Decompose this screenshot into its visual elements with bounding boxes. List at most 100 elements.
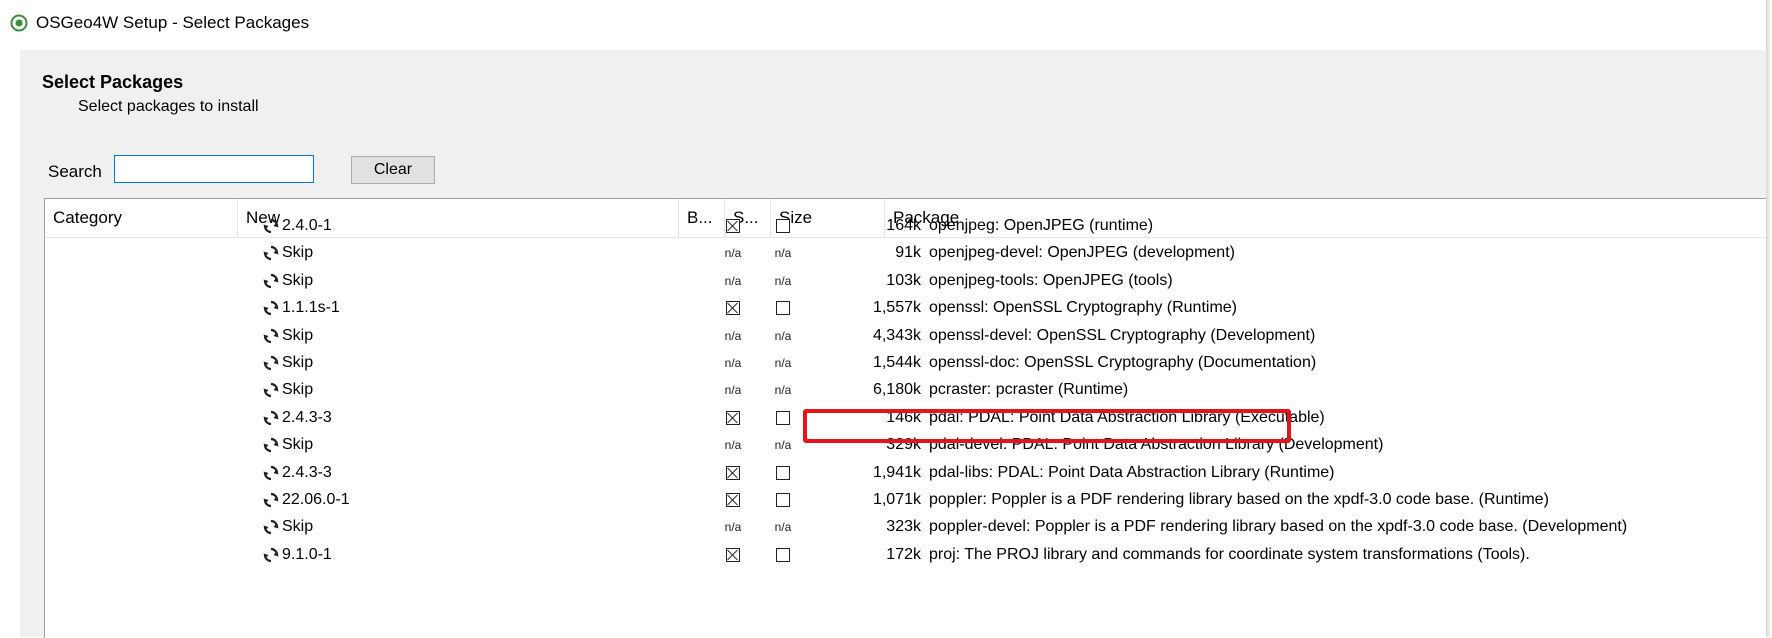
package-cell: openssl-doc: OpenSSL Cryptography (Docum… bbox=[929, 354, 1317, 371]
checked-checkbox[interactable] bbox=[726, 219, 740, 233]
source-cell[interactable] bbox=[773, 540, 793, 570]
source-cell[interactable] bbox=[773, 211, 793, 241]
table-row[interactable]: Skip n/a n/a 91k openjpeg-devel: OpenJPE… bbox=[45, 238, 1772, 268]
checked-checkbox[interactable] bbox=[726, 301, 740, 316]
cycle-icon[interactable] bbox=[263, 437, 279, 453]
new-version-cell[interactable]: Skip bbox=[263, 238, 683, 268]
binary-cell[interactable] bbox=[723, 458, 743, 488]
binary-cell[interactable] bbox=[723, 485, 743, 515]
cycle-icon[interactable] bbox=[263, 547, 279, 563]
cycle-icon[interactable] bbox=[263, 328, 279, 344]
not-applicable-label: n/a bbox=[774, 328, 792, 343]
binary-cell[interactable] bbox=[723, 540, 743, 570]
unchecked-checkbox[interactable] bbox=[776, 465, 790, 480]
new-version-cell[interactable]: Skip bbox=[263, 348, 683, 378]
table-row[interactable]: Skip n/a n/a 323k poppler-devel: Poppler… bbox=[45, 512, 1772, 542]
table-row[interactable]: Skip n/a n/a 103k openjpeg-tools: OpenJP… bbox=[45, 266, 1772, 296]
cycle-icon[interactable] bbox=[263, 273, 279, 289]
checked-checkbox[interactable] bbox=[726, 547, 740, 562]
source-cell[interactable]: n/a bbox=[773, 348, 793, 378]
cycle-icon[interactable] bbox=[263, 382, 279, 398]
checked-checkbox[interactable] bbox=[726, 465, 740, 480]
source-cell[interactable]: n/a bbox=[773, 375, 793, 405]
table-row[interactable]: 2.4.3-3 146k pdal: PDAL: Point Data Abst… bbox=[45, 403, 1772, 433]
source-cell[interactable] bbox=[773, 403, 793, 433]
cycle-icon[interactable] bbox=[263, 465, 279, 481]
package-list: Category New B... S... Size Package 2.4.… bbox=[44, 198, 1772, 638]
source-cell[interactable]: n/a bbox=[773, 238, 793, 268]
cycle-icon[interactable] bbox=[263, 218, 279, 234]
table-row[interactable]: 9.1.0-1 172k proj: The PROJ library and … bbox=[45, 540, 1772, 570]
package-cell: pcraster: pcraster (Runtime) bbox=[929, 381, 1129, 399]
unchecked-checkbox[interactable] bbox=[776, 493, 790, 507]
not-applicable-label: n/a bbox=[724, 383, 742, 398]
size-cell: 1,544k bbox=[872, 354, 921, 371]
unchecked-checkbox[interactable] bbox=[776, 547, 790, 562]
packages-panel: Search Clear Category New B... S... Size… bbox=[20, 148, 1772, 638]
binary-cell[interactable] bbox=[723, 293, 743, 323]
new-version-cell[interactable]: Skip bbox=[263, 266, 683, 296]
source-cell[interactable] bbox=[773, 458, 793, 488]
new-version-label: 2.4.0-1 bbox=[282, 217, 332, 234]
checked-checkbox[interactable] bbox=[726, 493, 740, 507]
package-cell: openjpeg-tools: OpenJPEG (tools) bbox=[929, 271, 1173, 289]
new-version-label: Skip bbox=[282, 271, 314, 289]
unchecked-checkbox[interactable] bbox=[776, 301, 790, 316]
table-row[interactable]: Skip n/a n/a 4,343k openssl-devel: OpenS… bbox=[45, 321, 1772, 351]
not-applicable-label: n/a bbox=[774, 438, 792, 453]
cycle-icon[interactable] bbox=[263, 519, 279, 535]
new-version-label: Skip bbox=[282, 436, 314, 454]
clear-button[interactable]: Clear bbox=[351, 156, 435, 184]
new-version-label: Skip bbox=[282, 354, 314, 371]
binary-cell[interactable]: n/a bbox=[723, 512, 743, 542]
binary-cell[interactable] bbox=[723, 403, 743, 433]
new-version-cell[interactable]: Skip bbox=[263, 375, 683, 405]
table-row[interactable]: Skip n/a n/a 329k pdal-devel: PDAL: Poin… bbox=[45, 430, 1772, 460]
unchecked-checkbox[interactable] bbox=[776, 410, 790, 425]
unchecked-checkbox[interactable] bbox=[776, 219, 790, 233]
not-applicable-label: n/a bbox=[774, 383, 792, 398]
cycle-icon[interactable] bbox=[263, 300, 279, 316]
table-row[interactable]: Skip n/a n/a 1,544k openssl-doc: OpenSSL… bbox=[45, 348, 1772, 378]
source-cell[interactable]: n/a bbox=[773, 321, 793, 351]
source-cell[interactable]: n/a bbox=[773, 430, 793, 460]
new-version-label: Skip bbox=[282, 518, 314, 536]
binary-cell[interactable]: n/a bbox=[723, 430, 743, 460]
new-version-cell[interactable]: 9.1.0-1 bbox=[263, 540, 683, 570]
cycle-icon[interactable] bbox=[263, 355, 279, 371]
table-row[interactable]: 2.4.0-1 164k openjpeg: OpenJPEG (runtime… bbox=[45, 211, 1772, 241]
search-label: Search bbox=[48, 162, 102, 181]
table-row[interactable]: 22.06.0-1 1,071k poppler: Poppler is a P… bbox=[45, 485, 1772, 515]
source-cell[interactable] bbox=[773, 485, 793, 515]
table-row[interactable]: Skip n/a n/a 6,180k pcraster: pcraster (… bbox=[45, 375, 1772, 405]
new-version-label: 2.4.3-3 bbox=[282, 463, 332, 481]
binary-cell[interactable]: n/a bbox=[723, 266, 743, 296]
new-version-cell[interactable]: Skip bbox=[263, 321, 683, 351]
binary-cell[interactable]: n/a bbox=[723, 321, 743, 351]
source-cell[interactable]: n/a bbox=[773, 266, 793, 296]
search-input[interactable] bbox=[114, 155, 314, 183]
new-version-cell[interactable]: 22.06.0-1 bbox=[263, 485, 683, 515]
binary-cell[interactable]: n/a bbox=[723, 238, 743, 268]
window-edge-shadow bbox=[1766, 0, 1772, 637]
binary-cell[interactable] bbox=[723, 211, 743, 241]
new-version-cell[interactable]: 2.4.0-1 bbox=[263, 211, 683, 241]
new-version-cell[interactable]: 2.4.3-3 bbox=[263, 458, 683, 488]
new-version-cell[interactable]: 2.4.3-3 bbox=[263, 403, 683, 433]
cycle-icon[interactable] bbox=[263, 492, 279, 508]
binary-cell[interactable]: n/a bbox=[723, 348, 743, 378]
table-row[interactable]: 1.1.1s-1 1,557k openssl: OpenSSL Cryptog… bbox=[45, 293, 1772, 323]
source-cell[interactable]: n/a bbox=[773, 512, 793, 542]
cycle-icon[interactable] bbox=[263, 410, 279, 426]
new-version-cell[interactable]: Skip bbox=[263, 430, 683, 460]
table-row[interactable]: 2.4.3-3 1,941k pdal-libs: PDAL: Point Da… bbox=[45, 458, 1772, 488]
window-title: OSGeo4W Setup - Select Packages bbox=[36, 13, 310, 32]
source-cell[interactable] bbox=[773, 293, 793, 323]
binary-cell[interactable]: n/a bbox=[723, 375, 743, 405]
size-cell: 91k bbox=[895, 244, 921, 262]
package-cell: openssl: OpenSSL Cryptography (Runtime) bbox=[929, 299, 1237, 317]
new-version-cell[interactable]: Skip bbox=[263, 512, 683, 542]
new-version-cell[interactable]: 1.1.1s-1 bbox=[263, 293, 683, 323]
checked-checkbox[interactable] bbox=[726, 410, 740, 425]
cycle-icon[interactable] bbox=[263, 245, 279, 261]
